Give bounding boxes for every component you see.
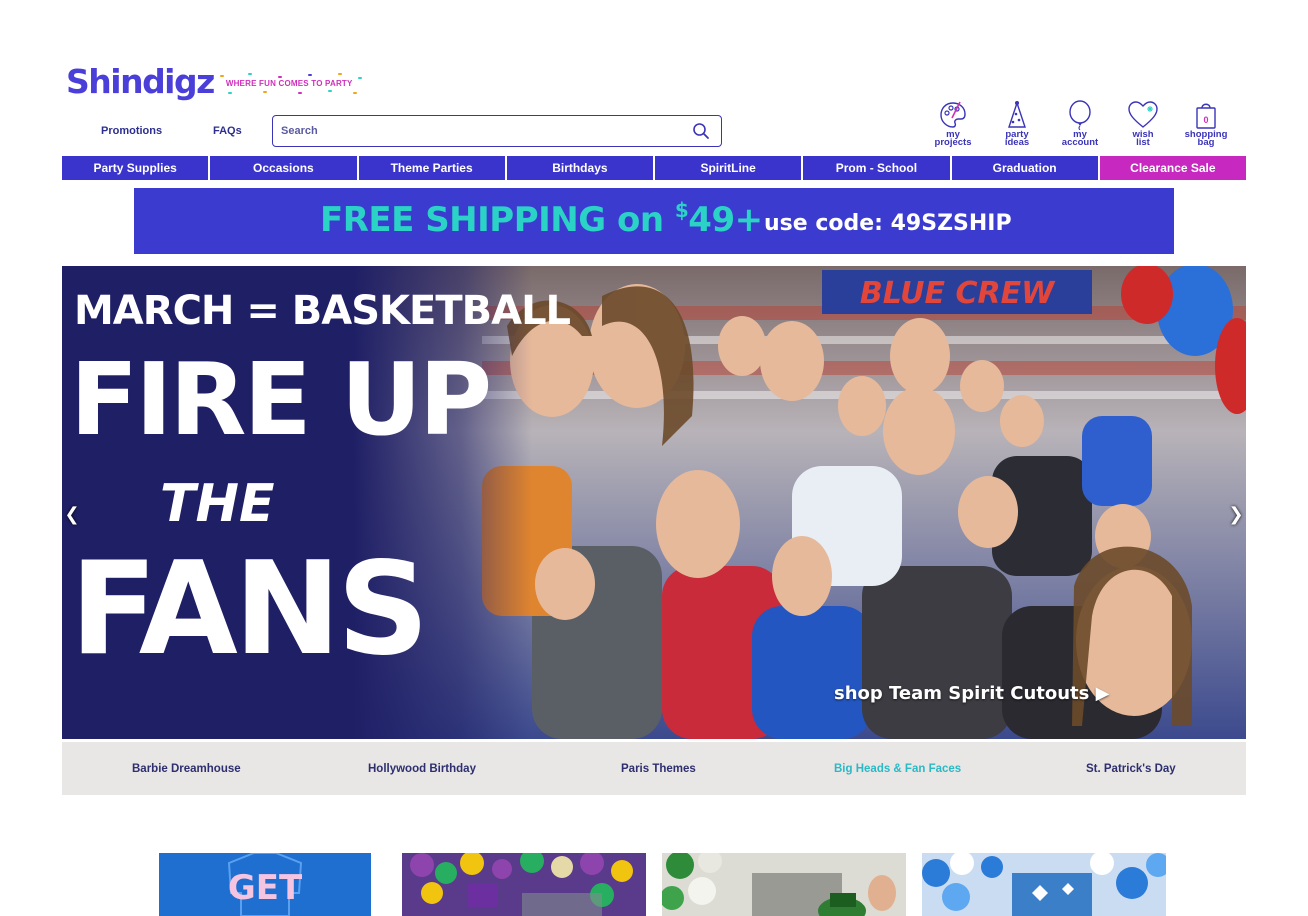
faqs-link[interactable]: FAQs (213, 125, 242, 137)
shopping-bag-label: shopping bag (1184, 129, 1228, 148)
nav-occasions[interactable]: Occasions (210, 156, 357, 180)
party-hat-icon (1008, 100, 1026, 128)
nav-theme-parties[interactable]: Theme Parties (358, 156, 505, 180)
search-icon (693, 123, 709, 139)
carousel-next-button[interactable]: ❯ (1226, 504, 1246, 524)
promo-code-text: use code: 49SZSHIP (764, 211, 1012, 236)
carousel-prev-button[interactable]: ❮ (62, 504, 82, 524)
tab-hollywood-birthday[interactable]: Hollywood Birthday (368, 763, 476, 775)
shopping-bag-link[interactable]: 0 shopping bag (1176, 100, 1236, 147)
bag-count: 0 (1203, 115, 1208, 125)
hero-carousel[interactable]: BLUE CREW MARCH = BASKETBALL FIRE UP THE… (62, 266, 1246, 739)
tile-2-graphic (410, 853, 633, 916)
search-input[interactable] (273, 116, 681, 146)
balloon-icon (1069, 100, 1091, 130)
tile-1-graphic: GET (228, 853, 303, 916)
tile-1-text: GET (228, 868, 303, 908)
free-shipping-banner[interactable]: FREE SHIPPING on $49+ use code: 49SZSHIP (134, 188, 1174, 254)
hero-banner-text: BLUE CREW (860, 276, 1056, 311)
party-ideas-label: party ideas (1004, 129, 1030, 148)
my-projects-link[interactable]: my projects (923, 100, 983, 147)
hero-cta-link[interactable]: shop Team Spirit Cutouts ▶ (834, 683, 1109, 704)
search-bar (272, 115, 722, 147)
promo-tile-2[interactable] (402, 853, 646, 916)
hero-headline-line1: FIRE UP (70, 341, 492, 458)
party-ideas-link[interactable]: party ideas (987, 100, 1047, 147)
promo-tile-3[interactable] (662, 853, 906, 916)
palette-icon (940, 101, 966, 128)
free-shipping-headline: FREE SHIPPING on $49+ (320, 198, 763, 240)
tab-st-patricks-day[interactable]: St. Patrick's Day (1086, 763, 1176, 775)
tile-4-graphic (922, 853, 1166, 916)
hero-headline-line2: THE (160, 474, 275, 534)
logo-tagline: WHERE FUN COMES TO PARTY (218, 73, 362, 94)
wish-list-label: wish list (1132, 129, 1154, 148)
heart-icon (1128, 101, 1158, 128)
nav-birthdays[interactable]: Birthdays (506, 156, 653, 180)
promo-tile-1[interactable]: GET (159, 853, 371, 916)
promo-tile-4[interactable] (922, 853, 1166, 916)
main-nav: Party Supplies Occasions Theme Parties B… (62, 156, 1246, 180)
carousel-tabs: Barbie Dreamhouse Hollywood Birthday Par… (62, 742, 1246, 795)
tile-3-graphic (662, 853, 896, 916)
tab-big-heads-fan-faces[interactable]: Big Heads & Fan Faces (834, 763, 961, 775)
nav-spiritline[interactable]: SpiritLine (655, 156, 802, 180)
my-account-label: my account (1061, 129, 1099, 148)
search-button[interactable] (681, 116, 721, 146)
bag-icon: 0 (1196, 103, 1216, 129)
promotions-link[interactable]: Promotions (101, 125, 162, 137)
chevron-left-icon: ❮ (64, 503, 80, 524)
nav-party-supplies[interactable]: Party Supplies (62, 156, 209, 180)
nav-graduation[interactable]: Graduation (951, 156, 1098, 180)
chevron-right-icon: ❯ (1228, 503, 1244, 524)
logo-wordmark: Shindigz (66, 62, 215, 101)
nav-clearance-sale[interactable]: Clearance Sale (1099, 156, 1246, 180)
hero-headline-line3: FANS (70, 535, 429, 684)
tab-barbie-dreamhouse[interactable]: Barbie Dreamhouse (132, 763, 241, 775)
my-projects-label: my projects (934, 129, 972, 148)
tab-paris-themes[interactable]: Paris Themes (621, 763, 696, 775)
nav-prom-school[interactable]: Prom - School (803, 156, 950, 180)
wish-list-link[interactable]: wish list (1113, 100, 1173, 147)
site-logo[interactable]: Shindigz WHERE FUN COMES TO PARTY (66, 62, 362, 101)
hero-eyebrow: MARCH = BASKETBALL (74, 288, 571, 334)
my-account-link[interactable]: my account (1050, 100, 1110, 147)
